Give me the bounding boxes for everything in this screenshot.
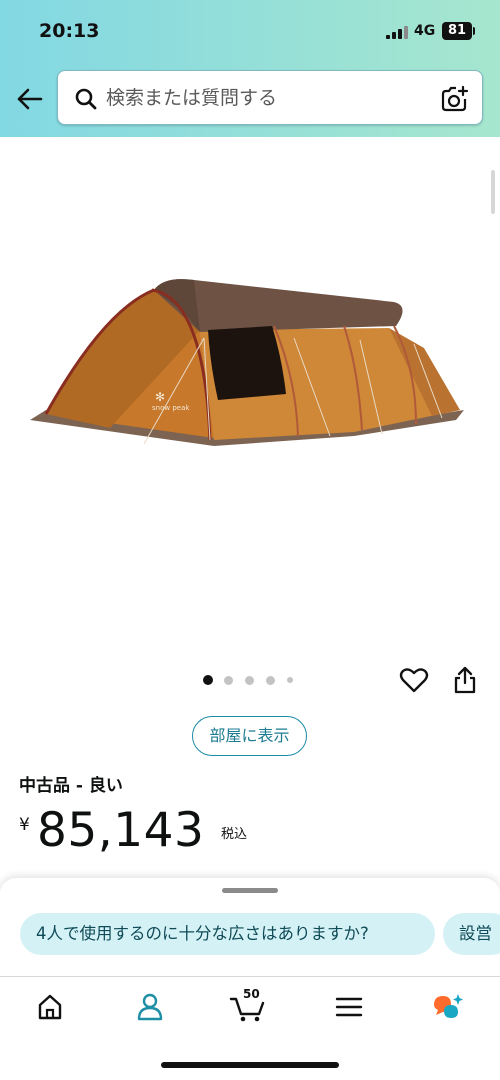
battery-icon: 81 — [442, 22, 472, 40]
suggestion-chip[interactable]: 4人で使用するのに十分な広さはありますか? — [20, 913, 435, 955]
view-in-room-button[interactable]: 部屋に表示 — [192, 716, 307, 756]
tent-logo: snow peak — [152, 404, 190, 412]
pagination-dot-active[interactable] — [203, 675, 213, 685]
cart-count: 50 — [243, 987, 260, 1001]
tent-logo-mark: ✻ — [155, 390, 165, 404]
price-currency: ¥ — [19, 815, 30, 835]
price-value: 85,143 — [37, 803, 205, 858]
share-icon[interactable] — [452, 665, 478, 695]
search-box[interactable] — [57, 70, 483, 125]
camera-icon[interactable] — [440, 85, 470, 113]
pagination-dot[interactable] — [224, 675, 233, 685]
tax-note: 税込 — [221, 827, 248, 842]
scroll-indicator — [491, 170, 495, 214]
screen: 20:13 4G 81 検索または質問する snow peak ✻ 部屋に表示 … — [0, 0, 500, 1080]
product-image-tent[interactable]: snow peak ✻ — [24, 268, 468, 464]
rufus-ai-icon[interactable] — [430, 991, 466, 1023]
home-icon[interactable] — [32, 991, 68, 1023]
account-icon[interactable] — [132, 991, 168, 1023]
search-input[interactable] — [106, 81, 426, 115]
suggestion-chip[interactable]: 設営 — [443, 913, 500, 955]
bottom-nav: 50 — [0, 976, 500, 1040]
network-label: 4G — [414, 23, 436, 39]
menu-icon[interactable] — [331, 991, 367, 1023]
pagination-dot[interactable] — [266, 675, 275, 685]
home-indicator — [161, 1062, 339, 1068]
product-condition: 中古品 - 良い — [19, 776, 123, 796]
pagination-dot[interactable] — [287, 677, 293, 683]
header: 20:13 4G 81 — [0, 0, 500, 137]
search-icon — [75, 88, 97, 110]
signal-icon — [386, 25, 408, 39]
pagination-dot[interactable] — [245, 675, 254, 685]
status-time: 20:13 — [39, 20, 100, 42]
sheet-drag-handle[interactable] — [222, 888, 278, 893]
back-arrow-icon[interactable] — [14, 84, 44, 114]
battery-nub — [473, 27, 475, 35]
bottom-sheet: 4人で使用するのに十分な広さはありますか? 設営 50 — [0, 878, 500, 1080]
heart-icon[interactable] — [399, 666, 429, 694]
